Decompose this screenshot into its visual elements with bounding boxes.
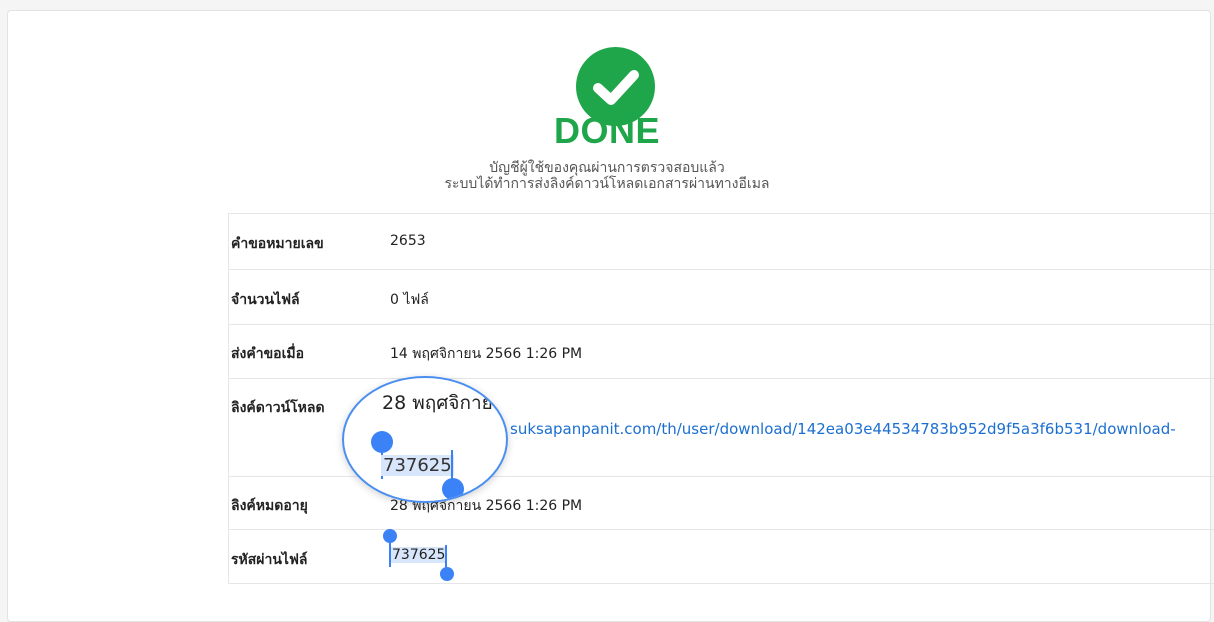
magnifier-selection-start-handle <box>371 431 393 453</box>
link-expiry-label: ลิงค์หมดอายุ <box>231 498 308 514</box>
file-count-value[interactable]: 0 ไฟล์ <box>390 289 429 311</box>
request-number-label: คำขอหมายเลข <box>231 236 324 252</box>
download-link-label: ลิงค์ดาวน์โหลด <box>231 400 325 416</box>
text-magnifier-loupe: 28 พฤศจิกาย 737625 <box>342 376 508 503</box>
table-row-file-password: รหัสผ่านไฟล์ 737625 <box>228 530 1214 584</box>
magnifier-date-text: 28 พฤศจิกาย <box>382 392 493 414</box>
magnifier-selection-end-bar <box>451 450 453 480</box>
selection-start-handle[interactable] <box>383 529 397 543</box>
download-link[interactable]: suksapanpanit.com/th/user/download/142ea… <box>510 420 1176 438</box>
magnifier-selection-end-handle <box>442 478 464 500</box>
status-title: DONE <box>553 110 660 151</box>
magnifier-selected-text: 737625 <box>381 455 454 476</box>
request-number-value[interactable]: 2653 <box>390 233 426 249</box>
status-message-line2: ระบบได้ทำการส่งลิงค์ดาวน์โหลดเอกสารผ่านท… <box>444 176 770 192</box>
file-count-label: จำนวนไฟล์ <box>231 292 300 308</box>
submitted-at-value[interactable]: 14 พฤศจิกายน 2566 1:26 PM <box>390 343 582 365</box>
file-password-value[interactable]: 737625 <box>391 547 447 563</box>
submitted-at-label: ส่งคำขอเมื่อ <box>231 346 305 362</box>
table-row-submitted-at: ส่งคำขอเมื่อ 14 พฤศจิกายน 2566 1:26 PM <box>228 325 1214 379</box>
table-row-file-count: จำนวนไฟล์ 0 ไฟล์ <box>228 270 1214 325</box>
file-password-label: รหัสผ่านไฟล์ <box>231 552 308 568</box>
table-row-request-number: คำขอหมายเลข 2653 <box>228 214 1214 270</box>
selection-end-handle[interactable] <box>440 567 454 581</box>
status-message-line1: บัญชีผู้ใช้ของคุณผ่านการตรวจสอบแล้ว <box>489 160 725 176</box>
selection-start-bar[interactable] <box>389 539 391 567</box>
